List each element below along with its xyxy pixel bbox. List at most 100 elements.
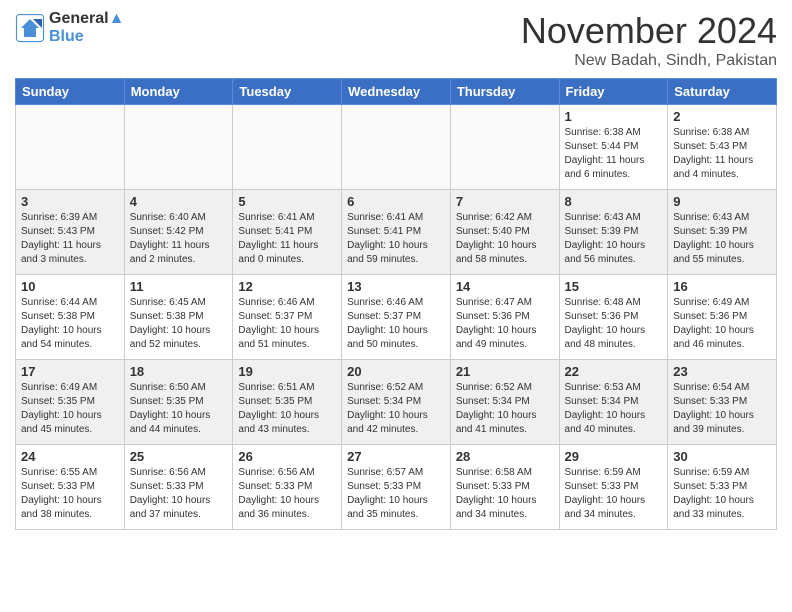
day-number: 26 <box>238 449 336 464</box>
weekday-sunday: Sunday <box>16 79 125 105</box>
day-number: 6 <box>347 194 445 209</box>
day-info: Sunrise: 6:43 AMSunset: 5:39 PMDaylight:… <box>565 211 663 267</box>
calendar-cell: 4 Sunrise: 6:40 AMSunset: 5:42 PMDaylight… <box>124 190 233 275</box>
day-info: Sunrise: 6:44 AMSunset: 5:38 PMDaylight:… <box>21 296 119 352</box>
day-number: 8 <box>565 194 663 209</box>
calendar-cell <box>16 105 125 190</box>
calendar-cell: 20 Sunrise: 6:52 AMSunset: 5:34 PMDayligh… <box>342 360 451 445</box>
day-info: Sunrise: 6:39 AMSunset: 5:43 PMDaylight:… <box>21 211 119 267</box>
weekday-saturday: Saturday <box>668 79 777 105</box>
calendar-cell: 8 Sunrise: 6:43 AMSunset: 5:39 PMDaylight… <box>559 190 668 275</box>
logo-text: General▲ Blue <box>49 10 124 46</box>
day-info: Sunrise: 6:56 AMSunset: 5:33 PMDaylight:… <box>238 466 336 522</box>
day-info: Sunrise: 6:51 AMSunset: 5:35 PMDaylight:… <box>238 381 336 437</box>
calendar-cell: 13 Sunrise: 6:46 AMSunset: 5:37 PMDayligh… <box>342 275 451 360</box>
day-number: 7 <box>456 194 554 209</box>
location: New Badah, Sindh, Pakistan <box>521 52 777 70</box>
calendar-cell: 28Sunrise: 6:58 AMSunset: 5:33 PMDayligh… <box>450 445 559 530</box>
calendar-cell: 25 Sunrise: 6:56 AMSunset: 5:33 PMDayligh… <box>124 445 233 530</box>
day-info: Sunrise: 6:40 AMSunset: 5:42 PMDaylight:… <box>130 211 228 267</box>
calendar-cell: 23 Sunrise: 6:54 AMSunset: 5:33 PMDayligh… <box>668 360 777 445</box>
calendar-week-4: 17 Sunrise: 6:49 AMSunset: 5:35 PMDayligh… <box>16 360 777 445</box>
day-info: Sunrise: 6:58 AMSunset: 5:33 PMDaylight:… <box>456 466 554 522</box>
calendar-cell: 10 Sunrise: 6:44 AMSunset: 5:38 PMDayligh… <box>16 275 125 360</box>
calendar-cell: 11 Sunrise: 6:45 AMSunset: 5:38 PMDayligh… <box>124 275 233 360</box>
logo: General▲ Blue <box>15 10 124 46</box>
calendar-cell: 1 Sunrise: 6:38 AMSunset: 5:44 PMDaylight… <box>559 105 668 190</box>
day-info: Sunrise: 6:46 AMSunset: 5:37 PMDaylight:… <box>347 296 445 352</box>
calendar-cell: 24 Sunrise: 6:55 AMSunset: 5:33 PMDayligh… <box>16 445 125 530</box>
day-number: 29 <box>565 449 663 464</box>
calendar-cell: 5 Sunrise: 6:41 AMSunset: 5:41 PMDaylight… <box>233 190 342 275</box>
day-number: 14 <box>456 279 554 294</box>
day-info: Sunrise: 6:49 AMSunset: 5:35 PMDaylight:… <box>21 381 119 437</box>
day-info: Sunrise: 6:56 AMSunset: 5:33 PMDaylight:… <box>130 466 228 522</box>
calendar-week-3: 10 Sunrise: 6:44 AMSunset: 5:38 PMDayligh… <box>16 275 777 360</box>
day-info: Sunrise: 6:55 AMSunset: 5:33 PMDaylight:… <box>21 466 119 522</box>
day-info: Sunrise: 6:54 AMSunset: 5:33 PMDaylight:… <box>673 381 771 437</box>
calendar-cell: 6 Sunrise: 6:41 AMSunset: 5:41 PMDaylight… <box>342 190 451 275</box>
day-number: 4 <box>130 194 228 209</box>
calendar-cell: 27Sunrise: 6:57 AMSunset: 5:33 PMDayligh… <box>342 445 451 530</box>
calendar-week-1: 1 Sunrise: 6:38 AMSunset: 5:44 PMDaylight… <box>16 105 777 190</box>
calendar-week-5: 24 Sunrise: 6:55 AMSunset: 5:33 PMDayligh… <box>16 445 777 530</box>
day-number: 27 <box>347 449 445 464</box>
calendar-cell: 19 Sunrise: 6:51 AMSunset: 5:35 PMDayligh… <box>233 360 342 445</box>
day-number: 17 <box>21 364 119 379</box>
day-info: Sunrise: 6:38 AMSunset: 5:43 PMDaylight:… <box>673 126 771 182</box>
day-number: 3 <box>21 194 119 209</box>
day-info: Sunrise: 6:43 AMSunset: 5:39 PMDaylight:… <box>673 211 771 267</box>
calendar-cell <box>124 105 233 190</box>
day-number: 13 <box>347 279 445 294</box>
day-number: 10 <box>21 279 119 294</box>
day-number: 25 <box>130 449 228 464</box>
day-info: Sunrise: 6:48 AMSunset: 5:36 PMDaylight:… <box>565 296 663 352</box>
day-info: Sunrise: 6:49 AMSunset: 5:36 PMDaylight:… <box>673 296 771 352</box>
day-info: Sunrise: 6:41 AMSunset: 5:41 PMDaylight:… <box>347 211 445 267</box>
day-number: 1 <box>565 109 663 124</box>
day-number: 22 <box>565 364 663 379</box>
day-number: 16 <box>673 279 771 294</box>
day-info: Sunrise: 6:59 AMSunset: 5:33 PMDaylight:… <box>565 466 663 522</box>
calendar-cell <box>233 105 342 190</box>
day-number: 12 <box>238 279 336 294</box>
day-info: Sunrise: 6:50 AMSunset: 5:35 PMDaylight:… <box>130 381 228 437</box>
day-info: Sunrise: 6:46 AMSunset: 5:37 PMDaylight:… <box>238 296 336 352</box>
calendar-cell: 18 Sunrise: 6:50 AMSunset: 5:35 PMDayligh… <box>124 360 233 445</box>
day-number: 18 <box>130 364 228 379</box>
calendar-cell <box>342 105 451 190</box>
day-info: Sunrise: 6:59 AMSunset: 5:33 PMDaylight:… <box>673 466 771 522</box>
weekday-header-row: SundayMondayTuesdayWednesdayThursdayFrid… <box>16 79 777 105</box>
day-number: 23 <box>673 364 771 379</box>
day-number: 24 <box>21 449 119 464</box>
day-number: 11 <box>130 279 228 294</box>
page-header: General▲ Blue November 2024 New Badah, S… <box>15 10 777 70</box>
day-number: 9 <box>673 194 771 209</box>
day-number: 30 <box>673 449 771 464</box>
month-title: November 2024 <box>521 10 777 52</box>
day-number: 5 <box>238 194 336 209</box>
day-number: 20 <box>347 364 445 379</box>
calendar-cell: 15 Sunrise: 6:48 AMSunset: 5:36 PMDayligh… <box>559 275 668 360</box>
weekday-thursday: Thursday <box>450 79 559 105</box>
calendar-table: SundayMondayTuesdayWednesdayThursdayFrid… <box>15 78 777 530</box>
day-info: Sunrise: 6:52 AMSunset: 5:34 PMDaylight:… <box>456 381 554 437</box>
title-block: November 2024 New Badah, Sindh, Pakistan <box>521 10 777 70</box>
page-container: General▲ Blue November 2024 New Badah, S… <box>0 0 792 540</box>
day-info: Sunrise: 6:47 AMSunset: 5:36 PMDaylight:… <box>456 296 554 352</box>
day-info: Sunrise: 6:52 AMSunset: 5:34 PMDaylight:… <box>347 381 445 437</box>
day-info: Sunrise: 6:41 AMSunset: 5:41 PMDaylight:… <box>238 211 336 267</box>
weekday-friday: Friday <box>559 79 668 105</box>
day-info: Sunrise: 6:45 AMSunset: 5:38 PMDaylight:… <box>130 296 228 352</box>
calendar-cell: 7Sunrise: 6:42 AMSunset: 5:40 PMDaylight… <box>450 190 559 275</box>
day-number: 15 <box>565 279 663 294</box>
calendar-cell: 30 Sunrise: 6:59 AMSunset: 5:33 PMDayligh… <box>668 445 777 530</box>
calendar-cell: 14 Sunrise: 6:47 AMSunset: 5:36 PMDayligh… <box>450 275 559 360</box>
calendar-cell: 3 Sunrise: 6:39 AMSunset: 5:43 PMDaylight… <box>16 190 125 275</box>
calendar-cell: 16 Sunrise: 6:49 AMSunset: 5:36 PMDayligh… <box>668 275 777 360</box>
calendar-cell: 22Sunrise: 6:53 AMSunset: 5:34 PMDayligh… <box>559 360 668 445</box>
day-info: Sunrise: 6:38 AMSunset: 5:44 PMDaylight:… <box>565 126 663 182</box>
calendar-cell: 9 Sunrise: 6:43 AMSunset: 5:39 PMDaylight… <box>668 190 777 275</box>
calendar-cell: 26 Sunrise: 6:56 AMSunset: 5:33 PMDayligh… <box>233 445 342 530</box>
day-number: 19 <box>238 364 336 379</box>
